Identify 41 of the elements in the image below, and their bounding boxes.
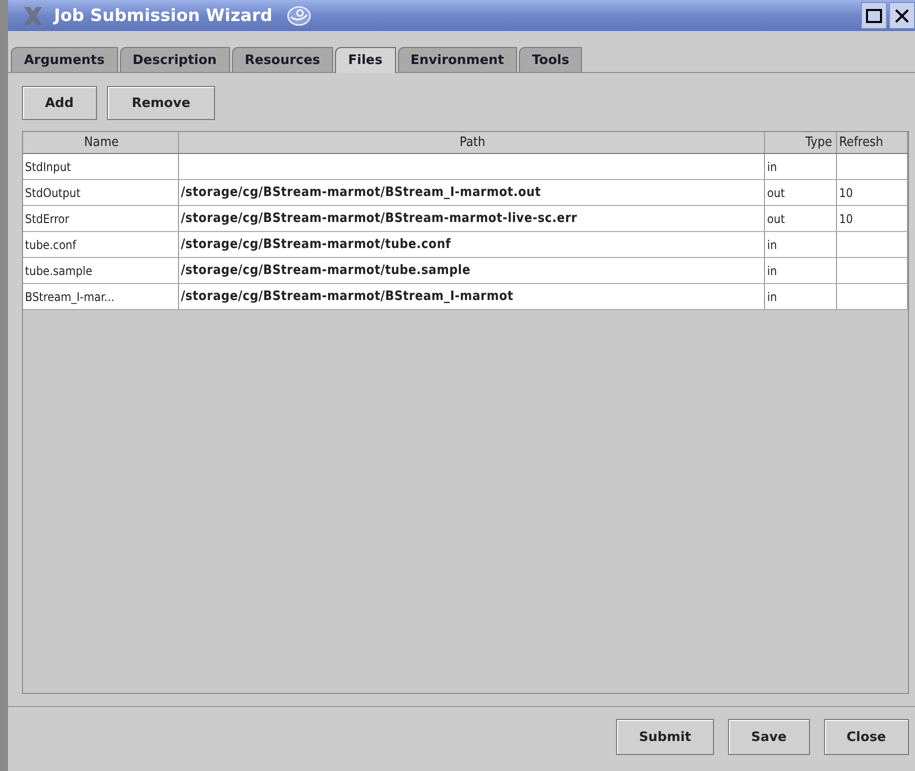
table-cell: /storage/cg/BStream-marmot/BStream-marmot-live-sc.err [178, 206, 766, 231]
tab[interactable]: Description [120, 47, 230, 72]
tab[interactable]: Files [335, 47, 396, 73]
tab[interactable]: Resources [232, 47, 334, 72]
table-cell: /storage/cg/BStream-marmot/tube.sample [178, 258, 766, 283]
dialog-button[interactable]: Close [824, 719, 909, 755]
table-cell: StdOutput [23, 180, 179, 205]
column-header[interactable]: Name [23, 132, 179, 153]
table-cell: 10 [837, 180, 908, 205]
column-header[interactable]: Type [765, 132, 838, 153]
tab[interactable]: Arguments [11, 47, 118, 72]
maximize-button[interactable] [861, 2, 887, 29]
dialog-button[interactable]: Submit [616, 719, 714, 755]
tab[interactable]: Environment [398, 47, 517, 72]
table-cell: in [765, 154, 838, 179]
close-icon [893, 6, 911, 24]
table-cell: tube.conf [23, 232, 179, 257]
x-logo-icon [22, 6, 44, 26]
table-cell: /storage/cg/BStream-marmot/tube.conf [178, 232, 766, 257]
table-cell: StdInput [23, 154, 179, 179]
table-cell: /storage/cg/BStream-marmot/BStream_I-marmot [178, 284, 766, 309]
close-button[interactable] [889, 2, 915, 29]
column-header[interactable]: Refresh [837, 132, 908, 153]
dialog-button[interactable]: Save [728, 719, 810, 755]
table-cell: in [765, 232, 838, 257]
table-cell: /storage/cg/BStream-marmot/BStream_I-marmot.out [178, 180, 766, 205]
maximize-icon [865, 6, 883, 24]
table-cell: StdError [23, 206, 179, 231]
table-cell: 10 [837, 206, 908, 231]
window-title: Job Submission Wizard [54, 6, 272, 26]
table-cell: out [765, 206, 838, 231]
table-cell: BStream_I-mar... [23, 284, 179, 309]
toolbar-button[interactable]: Remove [106, 86, 216, 120]
table-cell: in [765, 284, 838, 309]
swirl-icon [286, 4, 312, 26]
table-cell: out [765, 180, 838, 205]
tab[interactable]: Tools [519, 47, 582, 72]
table-cell: tube.sample [23, 258, 179, 283]
toolbar-button[interactable]: Add [22, 86, 97, 120]
table-cell: in [765, 258, 838, 283]
column-header[interactable]: Path [178, 132, 766, 153]
